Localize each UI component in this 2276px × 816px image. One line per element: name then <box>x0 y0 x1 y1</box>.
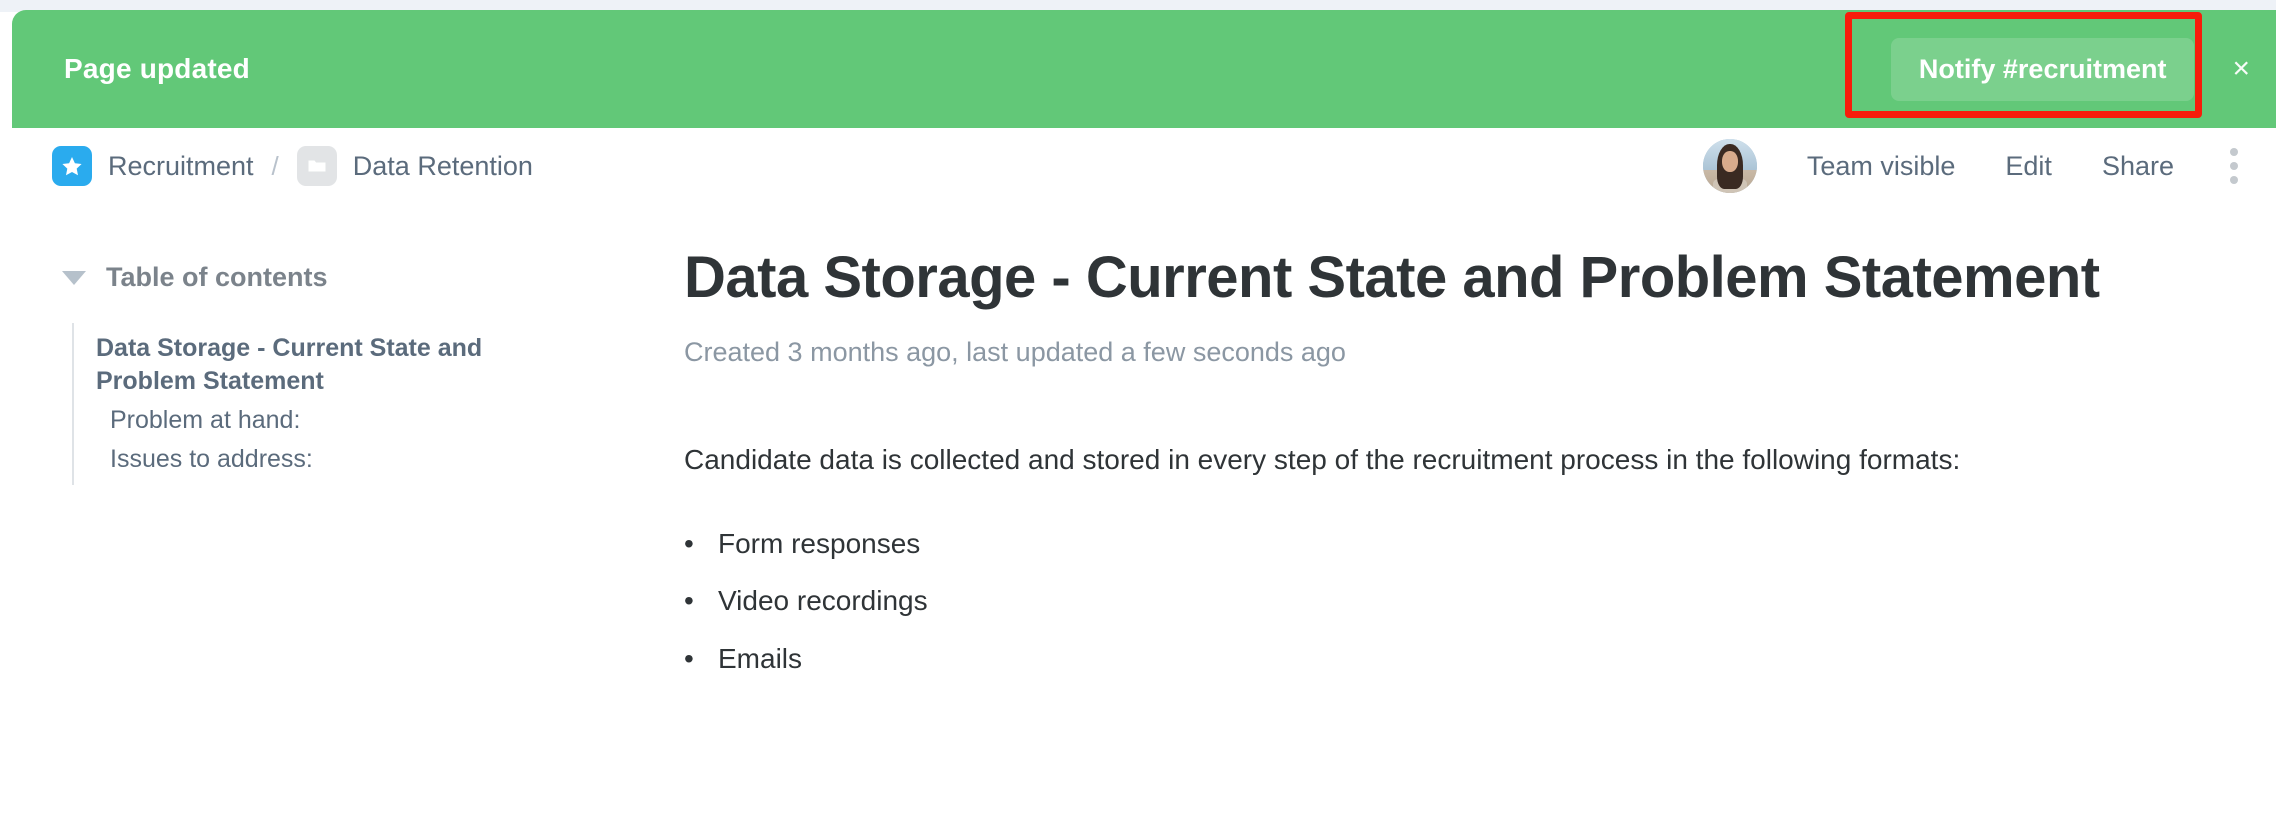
folder-icon[interactable] <box>296 146 337 186</box>
banner-actions: Notify #recruitment × <box>1890 37 2276 101</box>
page-updated-banner: Page updated Notify #recruitment × <box>12 10 2276 128</box>
toc-item-1[interactable]: Problem at hand: <box>74 401 684 440</box>
page-root: Page updated Notify #recruitment × Recru… <box>0 0 2276 816</box>
breadcrumb-space-link[interactable]: Recruitment <box>108 151 254 182</box>
toc-title: Table of contents <box>106 262 328 292</box>
header-right-actions: Team visible Edit Share <box>1702 139 2242 193</box>
list-item: Emails <box>684 630 2196 688</box>
edit-button[interactable]: Edit <box>2005 151 2052 182</box>
document-content: Data Storage - Current State and Problem… <box>684 204 2276 816</box>
page-body: Table of contents Data Storage - Current… <box>0 204 2276 816</box>
list-item: Video recordings <box>684 572 2196 630</box>
notify-button-wrapper: Notify #recruitment <box>1890 37 2195 101</box>
banner-title: Page updated <box>64 53 250 84</box>
toc-item-0[interactable]: Data Storage - Current State and Problem… <box>74 329 494 401</box>
avatar[interactable] <box>1702 139 1757 193</box>
table-of-contents: Table of contents Data Storage - Current… <box>0 204 684 816</box>
close-icon[interactable]: × <box>2232 54 2250 84</box>
page-header: Recruitment / Data Retention Team visibl… <box>0 128 2276 204</box>
intro-paragraph: Candidate data is collected and stored i… <box>684 443 1961 475</box>
breadcrumb-page-link[interactable]: Data Retention <box>353 151 533 182</box>
kebab-menu-icon[interactable] <box>2226 144 2242 188</box>
toc-item-2[interactable]: Issues to address: <box>74 440 684 479</box>
list-item: Form responses <box>684 515 2196 573</box>
formats-list: Form responses Video recordings Emails <box>684 515 2196 688</box>
page-meta: Created 3 months ago, last updated a few… <box>684 336 1346 367</box>
notify-recruitment-button[interactable]: Notify #recruitment <box>1890 37 2195 101</box>
star-icon[interactable] <box>52 146 92 186</box>
breadcrumb: Recruitment / Data Retention <box>52 146 533 186</box>
chevron-down-icon[interactable] <box>62 270 86 285</box>
toc-header[interactable]: Table of contents <box>62 262 684 293</box>
page-title: Data Storage - Current State and Problem… <box>684 245 2100 310</box>
toc-list: Data Storage - Current State and Problem… <box>72 323 684 485</box>
team-visible-button[interactable]: Team visible <box>1807 151 1956 182</box>
share-button[interactable]: Share <box>2102 151 2174 182</box>
breadcrumb-separator: / <box>271 150 279 181</box>
